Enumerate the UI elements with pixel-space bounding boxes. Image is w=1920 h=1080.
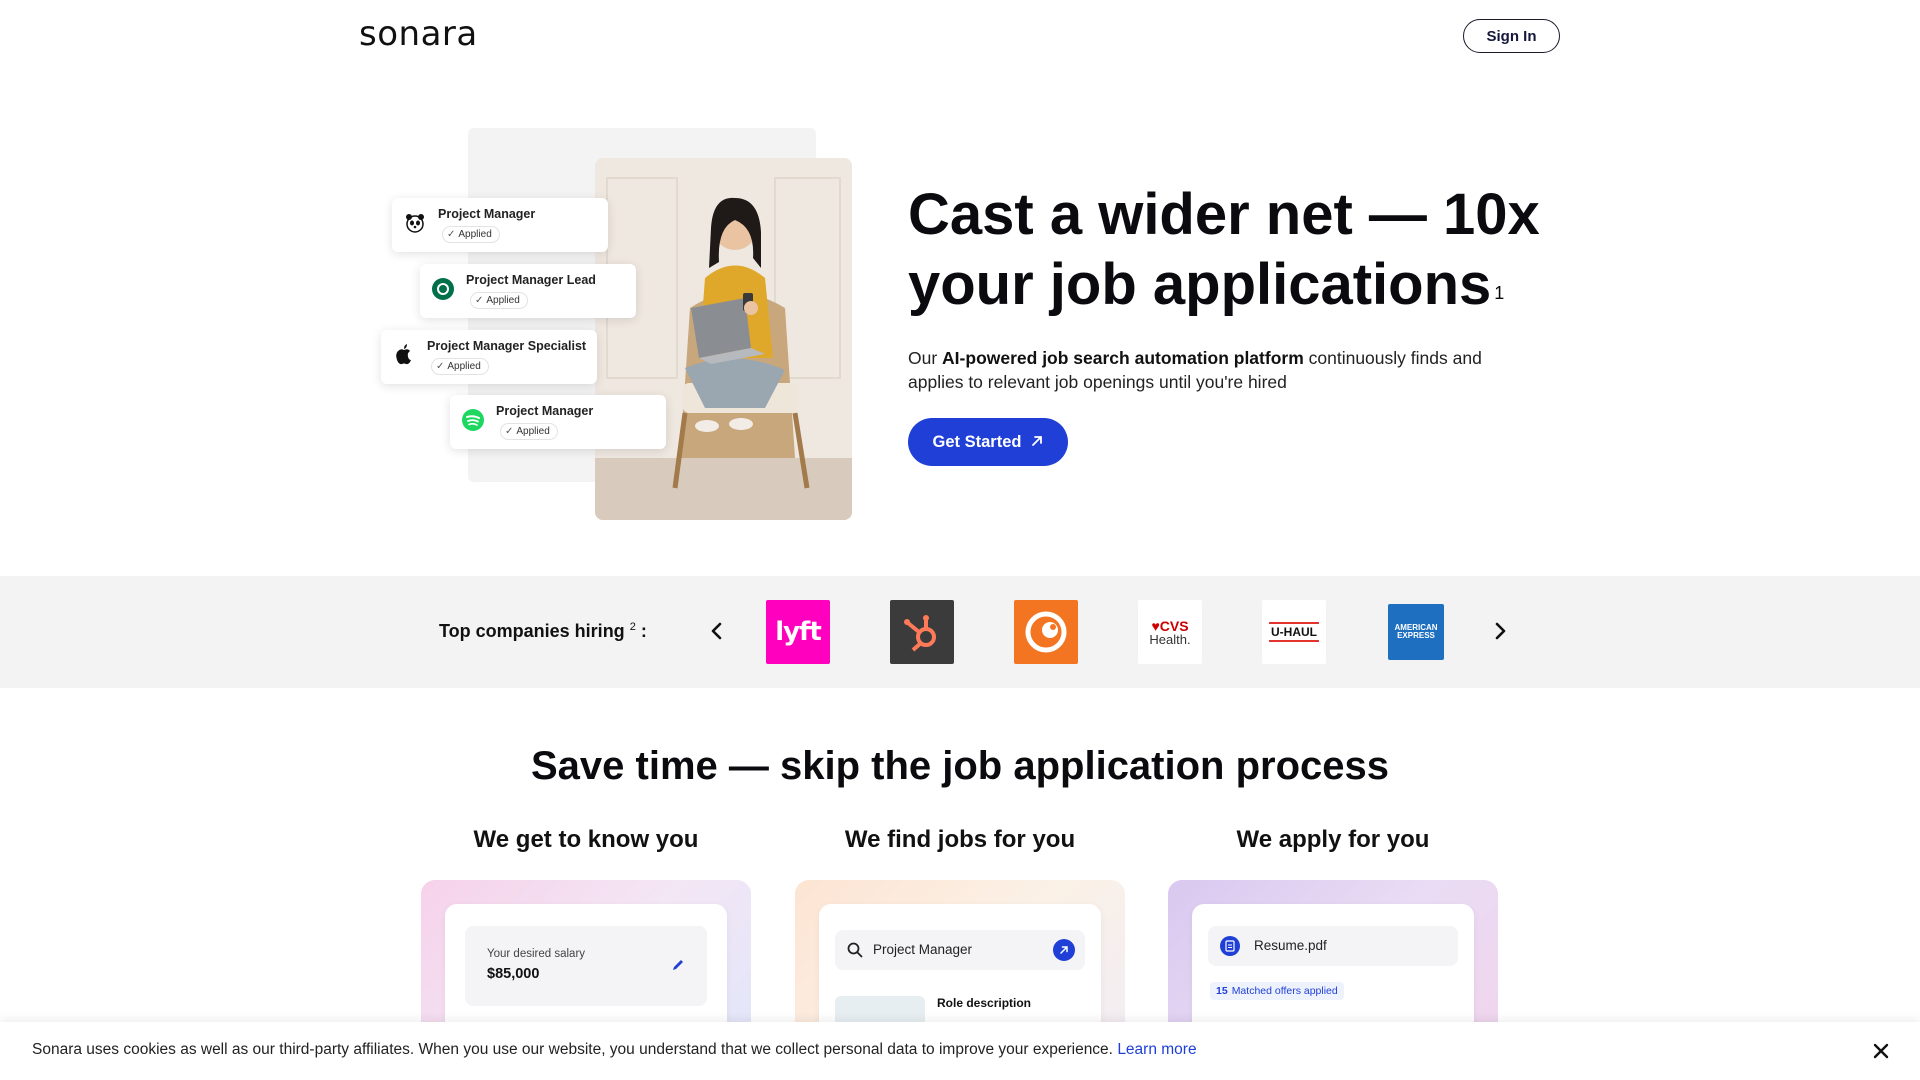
job-title: Project Manager bbox=[438, 207, 536, 221]
check-icon: ✓ bbox=[447, 229, 456, 240]
learn-more-link[interactable]: Learn more bbox=[1117, 1041, 1196, 1058]
hero-sub-lead: Our bbox=[908, 348, 943, 368]
check-icon: ✓ bbox=[505, 426, 514, 437]
top-companies-strip: Top companies hiring 2 : lyft ♥CVS Healt… bbox=[0, 576, 1920, 688]
carousel-prev-button[interactable] bbox=[701, 616, 731, 646]
hubspot-logo[interactable] bbox=[890, 600, 954, 664]
section-title: Save time — skip the job application pro… bbox=[530, 744, 1390, 788]
companies-label-text: Top companies hiring bbox=[439, 621, 625, 641]
matched-offers-badge: 15 Matched offers applied bbox=[1210, 982, 1344, 1000]
resume-file-name: Resume.pdf bbox=[1254, 938, 1327, 953]
uhaul-logo-text: U-HAUL bbox=[1269, 622, 1319, 642]
sonara-logo[interactable]: sonara bbox=[359, 14, 478, 54]
check-icon: ✓ bbox=[436, 361, 445, 372]
column-title-know-you: We get to know you bbox=[473, 826, 699, 853]
health-logo-text: Health. bbox=[1149, 631, 1191, 647]
panda-icon bbox=[402, 210, 428, 236]
cvs-health-logo[interactable]: ♥CVS Health. bbox=[1138, 600, 1202, 664]
close-icon[interactable] bbox=[1866, 1036, 1896, 1066]
job-search-field[interactable]: Project Manager bbox=[835, 930, 1085, 970]
chevron-left-icon bbox=[711, 622, 722, 640]
get-started-label: Get Started bbox=[932, 432, 1022, 451]
role-description-label: Role description bbox=[937, 996, 1032, 1010]
check-icon: ✓ bbox=[475, 295, 484, 306]
pencil-icon[interactable] bbox=[671, 958, 685, 977]
sign-in-button[interactable]: Sign In bbox=[1463, 19, 1560, 53]
matched-label: Matched offers applied bbox=[1231, 985, 1338, 997]
status-text: Applied bbox=[447, 361, 481, 372]
carousel-next-button[interactable] bbox=[1486, 616, 1516, 646]
companies-label-colon: : bbox=[640, 621, 647, 641]
job-card: Project Manager ✓ Applied bbox=[392, 198, 608, 252]
search-value: Project Manager bbox=[873, 942, 973, 957]
apple-icon bbox=[391, 342, 417, 368]
arrow-up-right-icon bbox=[1031, 434, 1043, 450]
arrow-up-right-icon bbox=[1060, 946, 1068, 954]
search-icon bbox=[847, 942, 863, 963]
site-header: sonara Sign In bbox=[0, 0, 1920, 72]
salary-field[interactable]: Your desired salary $85,000 bbox=[465, 926, 707, 1006]
resume-file-row[interactable]: Resume.pdf bbox=[1208, 926, 1458, 966]
crunchyroll-icon bbox=[1025, 611, 1067, 653]
hero-subtitle: Our AI-powered job search automation pla… bbox=[908, 346, 1528, 394]
cvs-logo-text: ♥CVS bbox=[1151, 617, 1189, 634]
column-title-apply: We apply for you bbox=[1236, 826, 1430, 853]
applied-badge: ✓ Applied bbox=[431, 358, 489, 375]
hero-title: Cast a wider net — 10x your job applicat… bbox=[908, 180, 1548, 320]
footnote-marker[interactable]: 1 bbox=[1494, 283, 1504, 303]
status-text: Applied bbox=[486, 295, 520, 306]
job-title: Project Manager bbox=[496, 404, 594, 418]
salary-value: $85,000 bbox=[487, 966, 540, 982]
woman-with-laptop-illustration bbox=[595, 158, 852, 520]
get-started-button[interactable]: Get Started bbox=[908, 418, 1068, 466]
hero-sub-bold: AI-powered job search automation platfor… bbox=[942, 348, 1304, 368]
top-companies-label: Top companies hiring 2 : bbox=[439, 621, 647, 642]
cookie-message: Sonara uses cookies as well as our third… bbox=[32, 1041, 1197, 1059]
spotify-icon bbox=[460, 407, 486, 433]
job-card: Project Manager ✓ Applied bbox=[450, 395, 666, 449]
cookie-banner: Sonara uses cookies as well as our third… bbox=[0, 1022, 1920, 1080]
applied-badge: ✓ Applied bbox=[470, 292, 528, 309]
salary-label: Your desired salary bbox=[487, 948, 586, 960]
hero-title-line1: Cast a wider net — 10x bbox=[908, 182, 1540, 247]
amex-logo-line2: EXPRESS bbox=[1397, 631, 1435, 640]
status-text: Applied bbox=[516, 426, 550, 437]
cookie-text: Sonara uses cookies as well as our third… bbox=[32, 1041, 1113, 1058]
job-title: Project Manager Specialist bbox=[427, 339, 587, 353]
hubspot-sprocket-icon bbox=[904, 615, 936, 652]
chevron-right-icon bbox=[1495, 622, 1506, 640]
applied-badge: ✓ Applied bbox=[500, 423, 558, 440]
lyft-logo[interactable]: lyft bbox=[766, 600, 830, 664]
hero-title-line2: your job applications bbox=[908, 252, 1492, 317]
crunchyroll-logo[interactable] bbox=[1014, 600, 1078, 664]
american-express-logo[interactable]: AMERICAN EXPRESS bbox=[1388, 604, 1444, 660]
starbucks-icon bbox=[430, 276, 456, 302]
uhaul-logo[interactable]: U-HAUL bbox=[1262, 600, 1326, 664]
job-card: Project Manager Specialist ✓ Applied bbox=[381, 330, 597, 384]
lyft-logo-text: lyft bbox=[775, 617, 822, 647]
applied-badge: ✓ Applied bbox=[442, 226, 500, 243]
document-icon bbox=[1220, 936, 1240, 956]
job-card: Project Manager Lead ✓ Applied bbox=[420, 264, 636, 318]
search-go-button[interactable] bbox=[1053, 939, 1075, 961]
footnote-marker[interactable]: 2 bbox=[630, 621, 636, 633]
job-title: Project Manager Lead bbox=[466, 273, 596, 287]
column-title-find-jobs: We find jobs for you bbox=[844, 826, 1076, 853]
matched-count: 15 bbox=[1216, 985, 1228, 997]
status-text: Applied bbox=[458, 229, 492, 240]
hero-photo bbox=[595, 158, 852, 520]
